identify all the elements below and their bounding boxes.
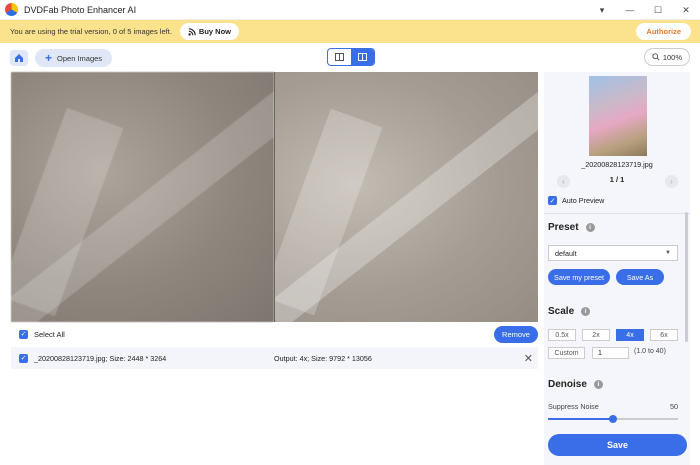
maximize-button[interactable]: ☐	[644, 5, 672, 16]
title-bar: DVDFab Photo Enhancer AI ▾ — ☐ ✕	[0, 0, 700, 20]
trial-message: You are using the trial version, 0 of 5 …	[10, 27, 172, 36]
buy-now-button[interactable]: Buy Now	[179, 23, 239, 40]
info-icon[interactable]: i	[593, 380, 603, 389]
home-icon	[15, 54, 23, 62]
save-button[interactable]: Save	[548, 434, 687, 456]
divider	[544, 213, 690, 214]
scale-option-6x[interactable]: 6x	[650, 329, 678, 341]
preset-value: default	[555, 248, 577, 258]
prev-arrow-icon[interactable]: ‹	[557, 175, 570, 188]
pin-icon[interactable]: ▾	[588, 5, 616, 16]
home-button[interactable]	[10, 50, 28, 66]
single-view-icon	[335, 53, 344, 61]
thumbnail-name: _20200828123719.jpg	[581, 160, 653, 169]
custom-scale-range: (1.0 to 40)	[634, 348, 666, 355]
zoom-icon	[652, 53, 660, 61]
save-my-preset-button[interactable]: Save my preset	[548, 269, 610, 285]
zoom-value: 100%	[662, 52, 682, 62]
info-icon[interactable]: i	[585, 223, 595, 232]
split-view-button[interactable]	[351, 49, 374, 65]
preset-title: Preset i	[548, 222, 595, 233]
slider-fill	[548, 418, 613, 420]
single-view-button[interactable]	[328, 49, 351, 65]
remove-button[interactable]: Remove	[494, 326, 538, 343]
pager: ‹ 1 / 1 ›	[544, 175, 690, 189]
sidebar-scrollbar[interactable]	[685, 212, 688, 342]
authorize-button[interactable]: Authorize	[636, 23, 691, 40]
close-icon[interactable]: ✕	[524, 352, 533, 365]
image-thumbnail[interactable]	[589, 76, 647, 156]
page-indicator: 1 / 1	[609, 175, 625, 184]
zoom-button[interactable]: 100%	[643, 48, 690, 66]
view-mode-toggle	[327, 48, 375, 66]
preset-dropdown[interactable]: default ▼	[548, 245, 678, 261]
save-as-button[interactable]: Save As	[616, 269, 664, 285]
info-icon[interactable]: i	[581, 307, 591, 316]
open-images-button[interactable]: + Open Images	[35, 49, 113, 67]
app-logo-icon	[5, 3, 18, 16]
settings-sidebar: _20200828123719.jpg ‹ 1 / 1 › ✓ Auto Pre…	[544, 72, 690, 465]
custom-scale-input[interactable]: 1	[592, 347, 629, 359]
minimize-button[interactable]: —	[616, 5, 644, 15]
scale-option-2x[interactable]: 2x	[582, 329, 610, 341]
suppress-noise-slider[interactable]	[548, 415, 678, 423]
custom-scale-button[interactable]: Custom	[548, 347, 585, 359]
denoise-title-text: Denoise	[548, 379, 587, 390]
plus-icon: +	[45, 51, 53, 65]
scale-option-4x[interactable]: 4x	[616, 329, 644, 341]
next-arrow-icon[interactable]: ›	[665, 175, 678, 188]
denoise-title: Denoise i	[548, 379, 603, 390]
app-title: DVDFab Photo Enhancer AI	[24, 4, 137, 15]
scale-title-text: Scale	[548, 306, 575, 317]
buy-now-label: Buy Now	[198, 27, 231, 36]
select-all-checkbox[interactable]: ✓	[19, 329, 28, 339]
trial-banner: You are using the trial version, 0 of 5 …	[0, 20, 700, 43]
slider-handle[interactable]	[609, 415, 617, 423]
split-view-icon	[358, 53, 367, 61]
close-button[interactable]: ✕	[672, 5, 700, 16]
suppress-noise-label: Suppress Noise	[548, 402, 599, 411]
select-all-label: Select All	[34, 329, 65, 339]
file-row[interactable]: ✓ _20200828123719.jpg; Size: 2448 * 3264…	[11, 347, 538, 369]
original-preview	[11, 72, 274, 322]
suppress-noise-value: 50	[670, 402, 678, 411]
file-name: _20200828123719.jpg; Size: 2448 * 3264	[34, 353, 167, 363]
file-output: Output: 4x; Size: 9792 * 13056	[274, 353, 372, 363]
open-images-label: Open Images	[57, 53, 103, 63]
toolbar: + Open Images 100%	[0, 43, 700, 73]
rss-icon	[188, 27, 196, 36]
auto-preview-row[interactable]: ✓ Auto Preview	[548, 196, 604, 205]
file-list-area: ✓ Select All Remove ✓ _20200828123719.jp…	[11, 322, 538, 465]
scale-option-0-5x[interactable]: 0.5x	[548, 329, 576, 341]
file-checkbox[interactable]: ✓	[19, 353, 28, 363]
image-preview[interactable]	[11, 72, 538, 322]
auto-preview-checkbox[interactable]: ✓	[548, 196, 557, 205]
auto-preview-label: Auto Preview	[562, 196, 605, 205]
enhanced-preview	[274, 72, 538, 322]
window-controls: ▾ — ☐ ✕	[588, 0, 700, 20]
preset-title-text: Preset	[548, 222, 579, 233]
select-all-row[interactable]: ✓ Select All	[19, 326, 65, 342]
scale-title: Scale i	[548, 306, 591, 317]
chevron-down-icon: ▼	[665, 250, 671, 256]
